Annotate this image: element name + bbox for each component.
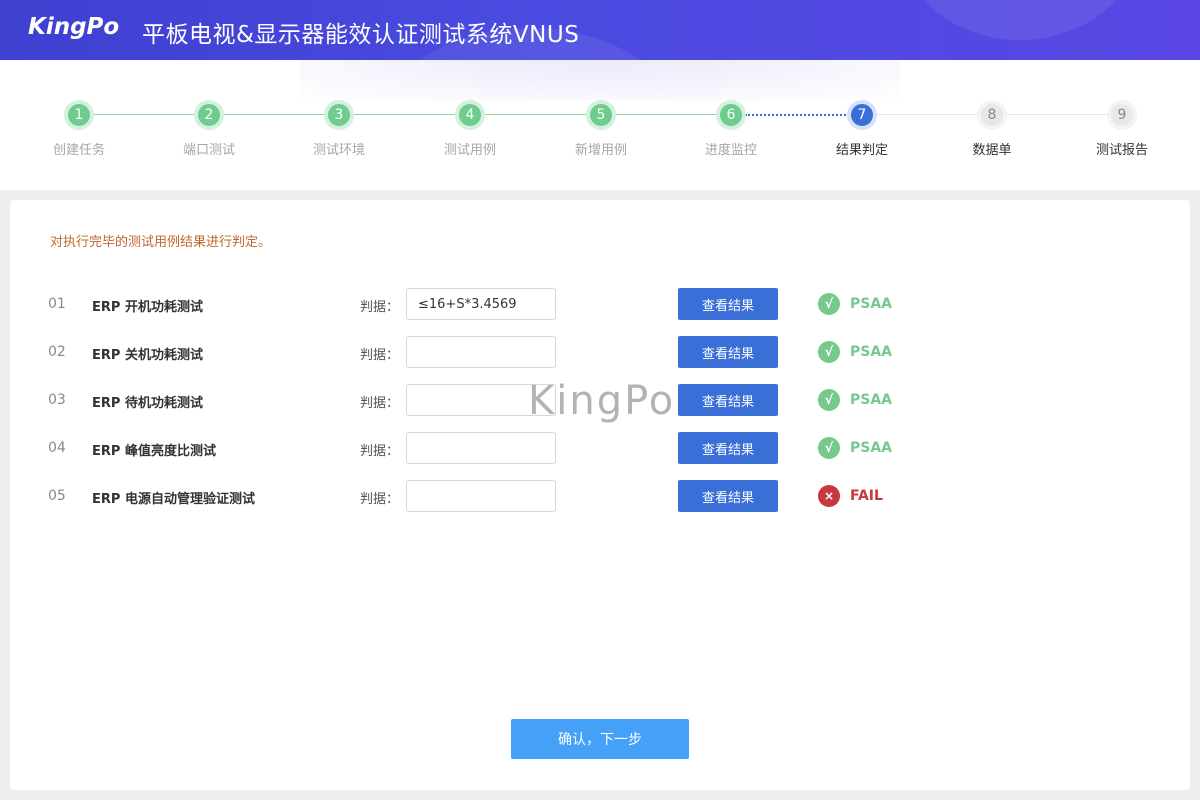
step-number: 3	[324, 100, 354, 130]
step-label: 端口测试	[182, 143, 235, 158]
step-test-cases[interactable]: 4 测试用例	[410, 100, 530, 158]
step-label: 测试环境	[312, 143, 365, 158]
result-status: √ PSAA	[818, 292, 892, 316]
stepper-panel: 1 创建任务 2 端口测试 3 测试环境 4 测试用例 5 新增用例 6 进度监…	[0, 60, 1200, 190]
test-case-name: ERP 开机功耗测试	[92, 300, 203, 315]
step-port-test[interactable]: 2 端口测试	[149, 100, 269, 158]
view-result-button[interactable]: 查看结果	[678, 336, 778, 368]
check-icon: √	[818, 341, 840, 363]
step-progress-monitor[interactable]: 6 进度监控	[671, 100, 791, 158]
row-index: 02	[48, 344, 66, 360]
row-index: 05	[48, 488, 66, 504]
step-data-sheet[interactable]: 8 数据单	[932, 100, 1052, 158]
confirm-next-button[interactable]: 确认，下一步	[511, 719, 689, 759]
step-number: 6	[716, 100, 746, 130]
step-label: 测试用例	[443, 143, 496, 158]
result-status: × FAIL	[818, 484, 883, 508]
result-text: PSAA	[850, 296, 893, 312]
criteria-label: 判据：	[360, 444, 400, 459]
step-number: 5	[586, 100, 616, 130]
result-text: FAIL	[850, 488, 883, 504]
step-number: 8	[977, 100, 1007, 130]
criteria-input[interactable]	[406, 432, 556, 464]
check-icon: √	[818, 437, 840, 459]
step-number: 4	[455, 100, 485, 130]
test-case-name: ERP 待机功耗测试	[92, 396, 203, 411]
test-case-name: ERP 电源自动管理验证测试	[92, 492, 255, 507]
step-test-report[interactable]: 9 测试报告	[1062, 100, 1182, 158]
step-number: 7	[847, 100, 877, 130]
result-text: PSAA	[850, 344, 893, 360]
test-case-row: 02 ERP 关机功耗测试 判据： 查看结果 √ PSAA	[10, 336, 1190, 368]
test-case-row: 04 ERP 峰值亮度比测试 判据： 查看结果 √ PSAA	[10, 432, 1190, 464]
criteria-input[interactable]	[406, 336, 556, 368]
result-text: PSAA	[850, 392, 893, 408]
step-label: 数据单	[972, 143, 1012, 158]
row-index: 04	[48, 440, 66, 456]
view-result-button[interactable]: 查看结果	[678, 480, 778, 512]
instruction-text: 对执行完毕的测试用例结果进行判定。	[50, 235, 272, 250]
cross-icon: ×	[818, 485, 840, 507]
test-case-name: ERP 峰值亮度比测试	[92, 444, 216, 459]
test-case-row: 01 ERP 开机功耗测试 判据： 查看结果 √ PSAA	[10, 288, 1190, 320]
criteria-label: 判据：	[360, 396, 400, 411]
step-number: 1	[64, 100, 94, 130]
step-label: 结果判定	[835, 143, 888, 158]
criteria-label: 判据：	[360, 300, 400, 315]
step-number: 2	[194, 100, 224, 130]
stepper-glow	[300, 60, 900, 100]
test-case-row: 05 ERP 电源自动管理验证测试 判据： 查看结果 × FAIL	[10, 480, 1190, 512]
header-decoration	[900, 0, 1140, 40]
row-index: 03	[48, 392, 66, 408]
result-status: √ PSAA	[818, 388, 892, 412]
criteria-label: 判据：	[360, 348, 400, 363]
step-result-judgement[interactable]: 7 结果判定	[802, 100, 922, 158]
step-create-task[interactable]: 1 创建任务	[19, 100, 139, 158]
criteria-input[interactable]	[406, 480, 556, 512]
check-icon: √	[818, 293, 840, 315]
step-add-cases[interactable]: 5 新增用例	[541, 100, 661, 158]
kingpo-watermark: KingPo	[528, 378, 676, 424]
test-case-name: ERP 关机功耗测试	[92, 348, 203, 363]
check-icon: √	[818, 389, 840, 411]
view-result-button[interactable]: 查看结果	[678, 384, 778, 416]
step-label: 测试报告	[1095, 143, 1148, 158]
step-label: 进度监控	[704, 143, 757, 158]
kingpo-logo: KingPo	[28, 14, 120, 40]
view-result-button[interactable]: 查看结果	[678, 288, 778, 320]
judgement-panel: 对执行完毕的测试用例结果进行判定。 01 ERP 开机功耗测试 判据： 查看结果…	[10, 200, 1190, 790]
step-label: 新增用例	[574, 143, 627, 158]
step-label: 创建任务	[52, 143, 105, 158]
step-test-environment[interactable]: 3 测试环境	[279, 100, 399, 158]
result-status: √ PSAA	[818, 436, 892, 460]
row-index: 01	[48, 296, 66, 312]
criteria-label: 判据：	[360, 492, 400, 507]
app-header: KingPo 平板电视&显示器能效认证测试系统VNUS	[0, 0, 1200, 60]
result-text: PSAA	[850, 440, 893, 456]
result-status: √ PSAA	[818, 340, 892, 364]
app-title: 平板电视&显示器能效认证测试系统VNUS	[142, 22, 580, 48]
criteria-input[interactable]	[406, 288, 556, 320]
view-result-button[interactable]: 查看结果	[678, 432, 778, 464]
step-number: 9	[1107, 100, 1137, 130]
